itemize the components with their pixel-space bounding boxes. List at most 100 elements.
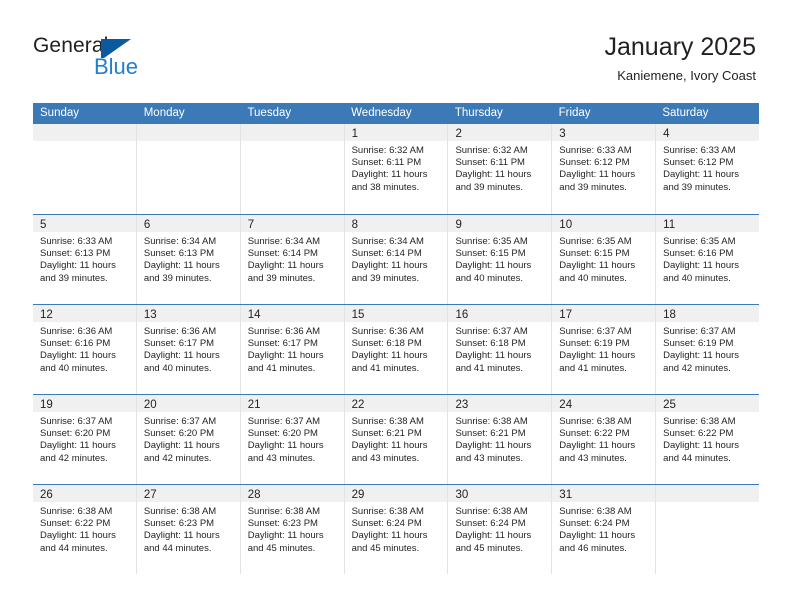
calendar-day-cell[interactable]: 16 Sunrise: 6:37 AM Sunset: 6:18 PM Dayligh… <box>448 305 553 394</box>
day-details: Sunrise: 6:37 AM Sunset: 6:20 PM Daylight:… <box>33 412 136 465</box>
dow-tuesday: Tuesday <box>247 107 292 119</box>
day-of-week-header-row: Sunday Monday Tuesday Wednesday Thursday… <box>33 103 759 124</box>
calendar-day-cell[interactable]: 25 Sunrise: 6:38 AM Sunset: 6:22 PM Dayligh… <box>656 395 760 484</box>
daylight-text-line2: and 43 minutes. <box>351 452 420 464</box>
daylight-text-line2: and 41 minutes. <box>455 362 524 374</box>
sunrise-text: Sunrise: 6:34 AM <box>247 236 321 247</box>
sunrise-text: Sunrise: 6:32 AM <box>455 145 528 156</box>
calendar-day-cell[interactable]: 23 Sunrise: 6:38 AM Sunset: 6:21 PM Dayligh… <box>448 395 553 484</box>
day-number-band: 28 <box>240 485 344 502</box>
day-number-band: 24 <box>552 395 656 412</box>
calendar-day-cell[interactable]: 22 Sunrise: 6:38 AM Sunset: 6:21 PM Dayligh… <box>344 395 449 484</box>
day-number-band: 4 <box>656 124 760 141</box>
sunrise-text: Sunrise: 6:38 AM <box>455 506 528 517</box>
sunrise-text: Sunrise: 6:33 AM <box>663 145 736 156</box>
daylight-text-line2: and 39 minutes. <box>247 272 316 284</box>
sunrise-text: Sunrise: 6:38 AM <box>40 506 113 517</box>
day-number: 18 <box>663 309 676 321</box>
day-number-band: 10 <box>552 215 656 232</box>
calendar-day-cell[interactable]: 18 Sunrise: 6:37 AM Sunset: 6:19 PM Dayligh… <box>656 305 760 394</box>
sunrise-text: Sunrise: 6:36 AM <box>247 326 321 337</box>
sunrise-text: Sunrise: 6:32 AM <box>351 145 424 156</box>
daylight-text-line2: and 45 minutes. <box>247 542 316 554</box>
calendar-day-cell[interactable]: 10 Sunrise: 6:35 AM Sunset: 6:15 PM Dayligh… <box>552 215 657 304</box>
calendar-week-row: 19 Sunrise: 6:37 AM Sunset: 6:20 PM Dayligh… <box>33 394 760 484</box>
calendar-day-cell[interactable]: 27 Sunrise: 6:38 AM Sunset: 6:23 PM Dayligh… <box>136 485 241 574</box>
calendar-day-cell[interactable]: 14 Sunrise: 6:36 AM Sunset: 6:17 PM Dayligh… <box>240 305 345 394</box>
sunset-text: Sunset: 6:11 PM <box>455 157 525 169</box>
sunset-text: Sunset: 6:21 PM <box>455 428 526 440</box>
day-number-band: 13 <box>136 305 240 322</box>
dow-wednesday: Wednesday <box>351 107 412 119</box>
calendar-day-cell[interactable]: 4 Sunrise: 6:33 AM Sunset: 6:12 PM Daylight… <box>656 124 760 214</box>
calendar-day-cell[interactable]: 3 Sunrise: 6:33 AM Sunset: 6:12 PM Daylight… <box>552 124 657 214</box>
calendar-day-cell[interactable]: 31 Sunrise: 6:38 AM Sunset: 6:24 PM Dayligh… <box>552 485 657 574</box>
day-details: Sunrise: 6:38 AM Sunset: 6:24 PM Daylight:… <box>552 502 655 555</box>
calendar-day-cell[interactable]: 19 Sunrise: 6:37 AM Sunset: 6:20 PM Dayligh… <box>33 395 137 484</box>
day-number: 31 <box>559 489 573 501</box>
calendar-day-cell[interactable]: 29 Sunrise: 6:38 AM Sunset: 6:24 PM Dayligh… <box>344 485 449 574</box>
day-number-band: 17 <box>552 305 656 322</box>
day-number-band: 8 <box>344 215 448 232</box>
sunset-text: Sunset: 6:23 PM <box>143 518 215 530</box>
calendar-day-cell[interactable]: 20 Sunrise: 6:37 AM Sunset: 6:20 PM Dayligh… <box>136 395 241 484</box>
calendar-week-row: 26 Sunrise: 6:38 AM Sunset: 6:22 PM Dayligh… <box>33 484 760 574</box>
calendar-day-cell[interactable]: 28 Sunrise: 6:38 AM Sunset: 6:23 PM Dayligh… <box>240 485 345 574</box>
calendar-day-cell[interactable]: 2 Sunrise: 6:32 AM Sunset: 6:11 PM Daylight… <box>448 124 553 214</box>
daylight-text-line2: and 45 minutes. <box>351 542 420 554</box>
sunrise-text: Sunrise: 6:38 AM <box>559 506 632 517</box>
sunset-text: Sunset: 6:16 PM <box>40 338 111 350</box>
calendar-day-cell[interactable]: 12 Sunrise: 6:36 AM Sunset: 6:16 PM Dayligh… <box>33 305 137 394</box>
day-number-band: 9 <box>448 215 552 232</box>
day-number: 29 <box>351 489 365 501</box>
calendar-day-cell[interactable]: 21 Sunrise: 6:37 AM Sunset: 6:20 PM Dayligh… <box>240 395 345 484</box>
daylight-text-line1: Daylight: 11 hours <box>455 350 532 362</box>
day-number-band: 30 <box>448 485 552 502</box>
calendar-grid: Sunday Monday Tuesday Wednesday Thursday… <box>33 103 760 574</box>
day-number-band: 20 <box>136 395 240 412</box>
day-number: 5 <box>40 219 47 231</box>
day-details: Sunrise: 6:36 AM Sunset: 6:18 PM Daylight:… <box>345 322 448 375</box>
day-number-band: 18 <box>656 305 760 322</box>
calendar-day-cell[interactable]: 13 Sunrise: 6:36 AM Sunset: 6:17 PM Dayligh… <box>136 305 241 394</box>
sunset-text: Sunset: 6:16 PM <box>663 248 734 260</box>
day-number: 1 <box>351 128 358 140</box>
sunset-text: Sunset: 6:24 PM <box>559 518 630 530</box>
sunrise-text: Sunrise: 6:36 AM <box>143 326 217 337</box>
daylight-text-line1: Daylight: 11 hours <box>663 350 740 362</box>
calendar-week-row: 1 Sunrise: 6:32 AM Sunset: 6:11 PM Daylight… <box>33 124 760 214</box>
daylight-text-line1: Daylight: 11 hours <box>351 530 428 542</box>
calendar-day-cell[interactable]: 9 Sunrise: 6:35 AM Sunset: 6:15 PM Daylight… <box>448 215 553 304</box>
calendar-day-cell[interactable]: 1 Sunrise: 6:32 AM Sunset: 6:11 PM Daylight… <box>344 124 449 214</box>
calendar-day-cell[interactable]: 15 Sunrise: 6:36 AM Sunset: 6:18 PM Dayligh… <box>344 305 449 394</box>
day-number: 25 <box>663 399 676 411</box>
calendar-day-cell[interactable]: 24 Sunrise: 6:38 AM Sunset: 6:22 PM Dayligh… <box>552 395 657 484</box>
daylight-text-line1: Daylight: 11 hours <box>559 440 636 452</box>
daylight-text-line2: and 42 minutes. <box>663 362 731 374</box>
sunset-text: Sunset: 6:15 PM <box>455 248 526 260</box>
calendar-day-cell[interactable]: 8 Sunrise: 6:34 AM Sunset: 6:14 PM Daylight… <box>344 215 449 304</box>
calendar-day-cell[interactable]: 7 Sunrise: 6:34 AM Sunset: 6:14 PM Daylight… <box>240 215 345 304</box>
day-number-band: 21 <box>240 395 344 412</box>
calendar-day-cell[interactable]: 6 Sunrise: 6:34 AM Sunset: 6:13 PM Daylight… <box>136 215 241 304</box>
calendar-day-cell[interactable]: 26 Sunrise: 6:38 AM Sunset: 6:22 PM Dayligh… <box>33 485 137 574</box>
calendar-day-cell[interactable]: 17 Sunrise: 6:37 AM Sunset: 6:19 PM Dayligh… <box>552 305 657 394</box>
day-details: Sunrise: 6:37 AM Sunset: 6:19 PM Daylight:… <box>552 322 655 375</box>
sunset-text: Sunset: 6:17 PM <box>143 338 215 350</box>
daylight-text-line1: Daylight: 11 hours <box>143 350 220 362</box>
day-details: Sunrise: 6:35 AM Sunset: 6:15 PM Daylight:… <box>552 232 655 285</box>
calendar-page: General Blue January 2025 Kaniemene, Ivo… <box>0 0 792 612</box>
calendar-day-cell[interactable]: 11 Sunrise: 6:35 AM Sunset: 6:16 PM Dayligh… <box>656 215 760 304</box>
sunset-text: Sunset: 6:12 PM <box>559 157 630 169</box>
day-number-band: 3 <box>552 124 656 141</box>
sunset-text: Sunset: 6:18 PM <box>351 338 422 350</box>
sunrise-text: Sunrise: 6:38 AM <box>247 506 321 517</box>
day-number: 11 <box>663 219 676 231</box>
day-number-band: 23 <box>448 395 552 412</box>
sunrise-text: Sunrise: 6:38 AM <box>559 416 632 427</box>
sunset-text: Sunset: 6:22 PM <box>40 518 111 530</box>
brand-logo[interactable]: General Blue <box>33 34 263 86</box>
calendar-day-cell[interactable]: 30 Sunrise: 6:38 AM Sunset: 6:24 PM Dayligh… <box>448 485 553 574</box>
calendar-day-cell[interactable]: 5 Sunrise: 6:33 AM Sunset: 6:13 PM Daylight… <box>33 215 137 304</box>
daylight-text-line1: Daylight: 11 hours <box>40 440 116 452</box>
